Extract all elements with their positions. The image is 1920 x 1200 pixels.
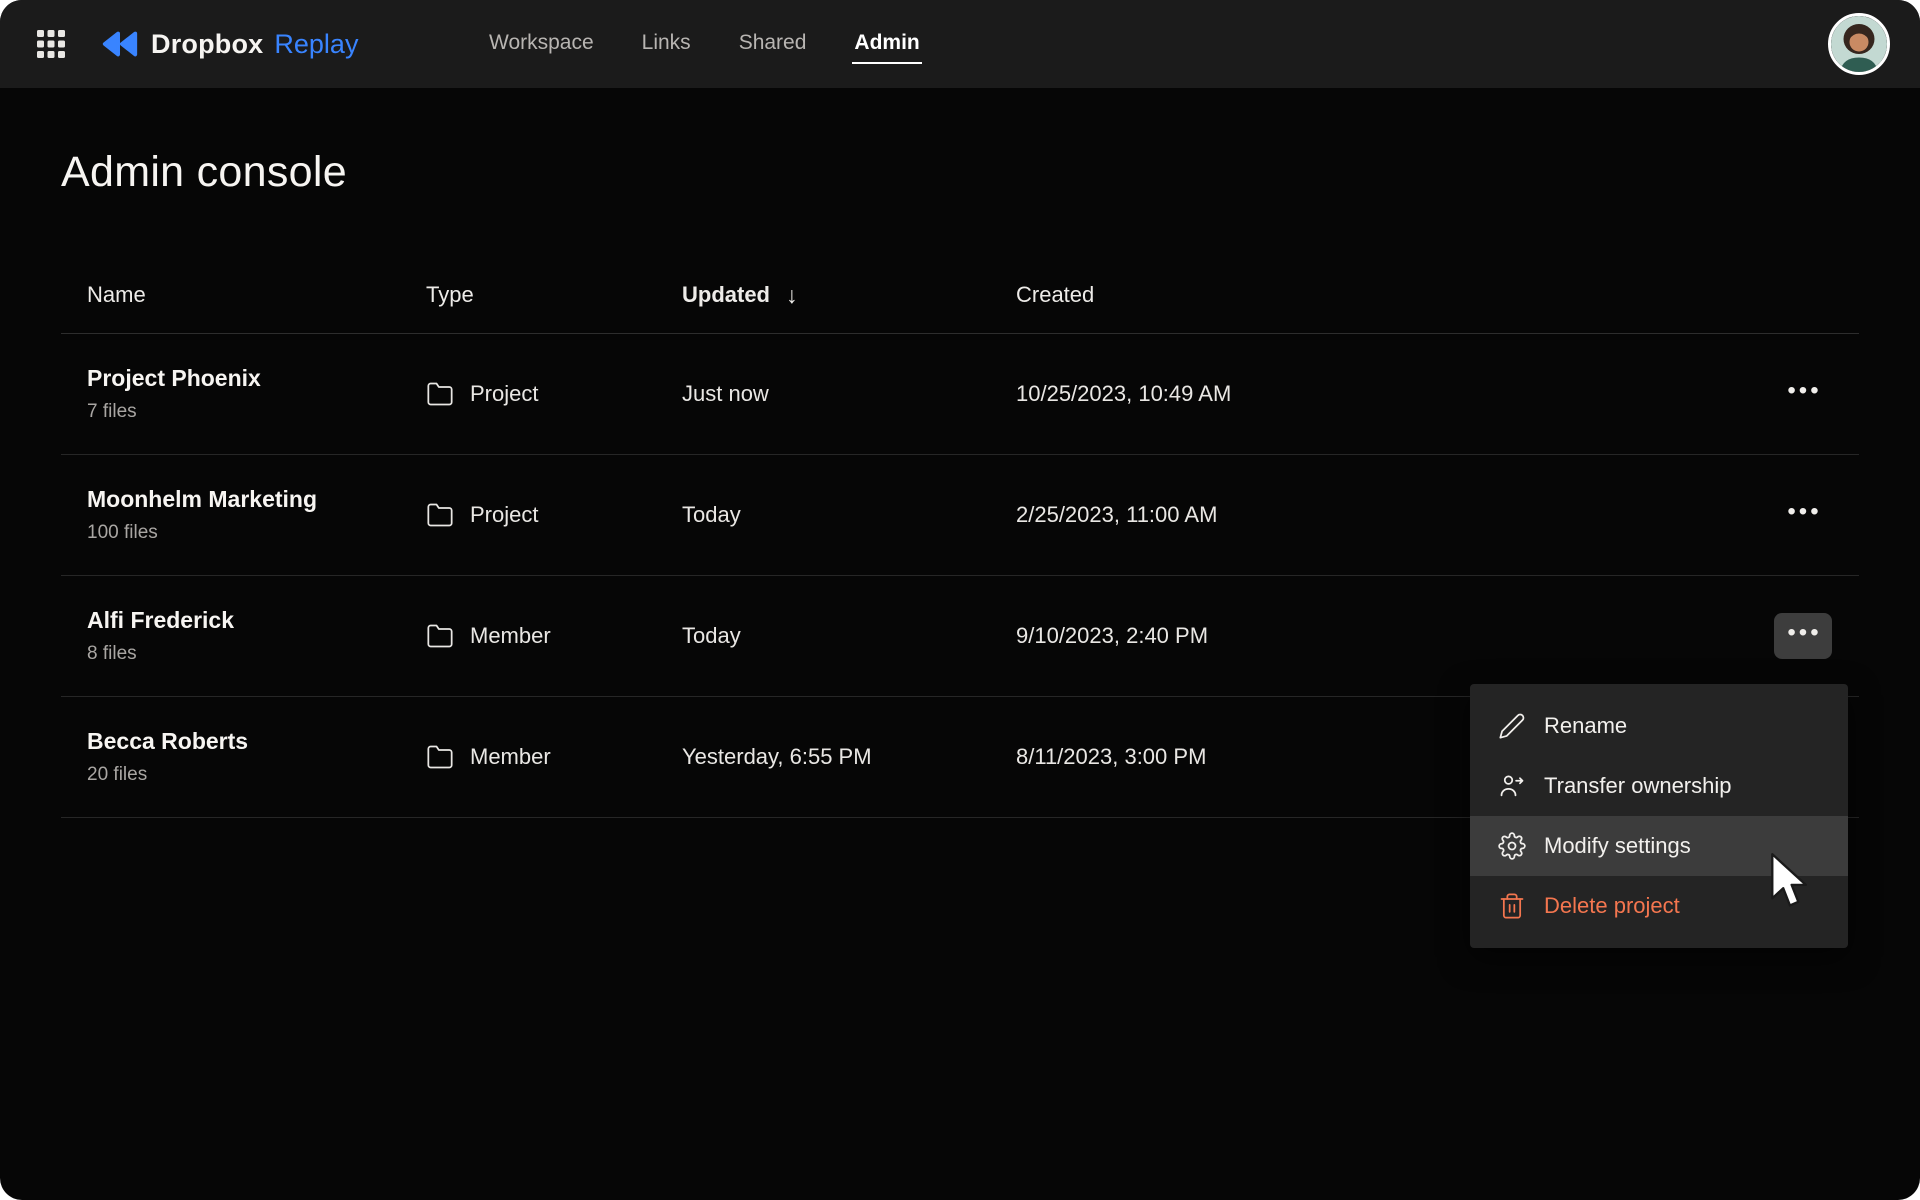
column-header-name[interactable]: Name — [87, 282, 426, 308]
row-name: Alfi Frederick — [87, 607, 426, 634]
ellipsis-icon: ••• — [1787, 498, 1821, 526]
apps-grid-glyph — [36, 29, 66, 59]
gear-icon — [1498, 832, 1526, 860]
row-name: Moonhelm Marketing — [87, 486, 426, 513]
name-cell: Moonhelm Marketing 100 files — [87, 486, 426, 544]
replay-admin-screen: Dropbox Replay Workspace Links Shared Ad… — [0, 0, 1920, 1200]
ellipsis-icon: ••• — [1787, 619, 1821, 647]
row-file-count: 8 files — [87, 643, 426, 665]
folder-icon — [426, 622, 454, 650]
context-menu: Rename Transfer ownership Modify setting… — [1470, 684, 1848, 948]
menu-item-rename[interactable]: Rename — [1470, 696, 1848, 756]
folder-icon — [426, 501, 454, 529]
name-cell: Becca Roberts 20 files — [87, 728, 426, 786]
name-cell: Project Phoenix 7 files — [87, 365, 426, 423]
row-updated: Today — [682, 623, 1016, 649]
pencil-icon — [1498, 712, 1526, 740]
actions-cell: ••• — [1763, 613, 1843, 659]
table-header: Name Type Updated ↓ Created — [61, 257, 1859, 334]
table-row[interactable]: Project Phoenix 7 files Project Just now… — [61, 334, 1859, 455]
folder-icon — [426, 743, 454, 771]
type-cell: Project — [426, 380, 682, 408]
row-actions-button[interactable]: ••• — [1774, 371, 1832, 417]
column-header-type[interactable]: Type — [426, 282, 682, 308]
type-cell: Member — [426, 743, 682, 771]
nav-workspace[interactable]: Workspace — [487, 25, 596, 64]
trash-icon — [1498, 892, 1526, 920]
menu-item-modify-settings[interactable]: Modify settings — [1470, 816, 1848, 876]
brand-dropbox: Dropbox — [151, 29, 263, 60]
replay-logo-icon — [100, 29, 140, 59]
row-updated: Yesterday, 6:55 PM — [682, 744, 1016, 770]
apps-grid-icon[interactable] — [30, 23, 72, 65]
row-type: Project — [470, 381, 538, 407]
column-header-updated-label: Updated — [682, 282, 770, 308]
row-actions-button-active[interactable]: ••• — [1774, 613, 1832, 659]
row-updated: Today — [682, 502, 1016, 528]
menu-item-label: Transfer ownership — [1544, 773, 1731, 799]
transfer-ownership-icon — [1498, 772, 1526, 800]
menu-item-label: Delete project — [1544, 893, 1680, 919]
avatar[interactable] — [1828, 13, 1890, 75]
folder-icon — [426, 380, 454, 408]
row-file-count: 100 files — [87, 522, 426, 544]
row-type: Member — [470, 744, 551, 770]
topbar: Dropbox Replay Workspace Links Shared Ad… — [0, 0, 1920, 88]
row-created: 2/25/2023, 11:00 AM — [1016, 502, 1763, 528]
avatar-image — [1831, 16, 1887, 72]
brand-replay: Replay — [274, 29, 358, 60]
name-cell: Alfi Frederick 8 files — [87, 607, 426, 665]
column-header-updated[interactable]: Updated ↓ — [682, 282, 1016, 309]
row-created: 9/10/2023, 2:40 PM — [1016, 623, 1763, 649]
table-row[interactable]: Moonhelm Marketing 100 files Project Tod… — [61, 455, 1859, 576]
row-name: Project Phoenix — [87, 365, 426, 392]
ellipsis-icon: ••• — [1787, 377, 1821, 405]
actions-cell: ••• — [1763, 371, 1843, 417]
row-actions-button[interactable]: ••• — [1774, 492, 1832, 538]
row-file-count: 20 files — [87, 764, 426, 786]
actions-cell: ••• — [1763, 492, 1843, 538]
sort-desc-icon: ↓ — [786, 282, 798, 309]
menu-item-transfer-ownership[interactable]: Transfer ownership — [1470, 756, 1848, 816]
type-cell: Member — [426, 622, 682, 650]
row-created: 10/25/2023, 10:49 AM — [1016, 381, 1763, 407]
nav-shared[interactable]: Shared — [737, 25, 809, 64]
menu-item-label: Modify settings — [1544, 833, 1691, 859]
type-cell: Project — [426, 501, 682, 529]
nav-admin[interactable]: Admin — [852, 25, 921, 64]
menu-item-delete-project[interactable]: Delete project — [1470, 876, 1848, 936]
row-type: Project — [470, 502, 538, 528]
row-file-count: 7 files — [87, 401, 426, 423]
brand-logo[interactable]: Dropbox Replay — [100, 29, 358, 60]
nav-links[interactable]: Links — [640, 25, 693, 64]
menu-item-label: Rename — [1544, 713, 1627, 739]
row-type: Member — [470, 623, 551, 649]
primary-nav: Workspace Links Shared Admin — [487, 0, 922, 88]
column-header-created[interactable]: Created — [1016, 282, 1763, 308]
row-updated: Just now — [682, 381, 1016, 407]
row-name: Becca Roberts — [87, 728, 426, 755]
page-title: Admin console — [61, 148, 1859, 197]
table-row[interactable]: Alfi Frederick 8 files Member Today 9/10… — [61, 576, 1859, 697]
